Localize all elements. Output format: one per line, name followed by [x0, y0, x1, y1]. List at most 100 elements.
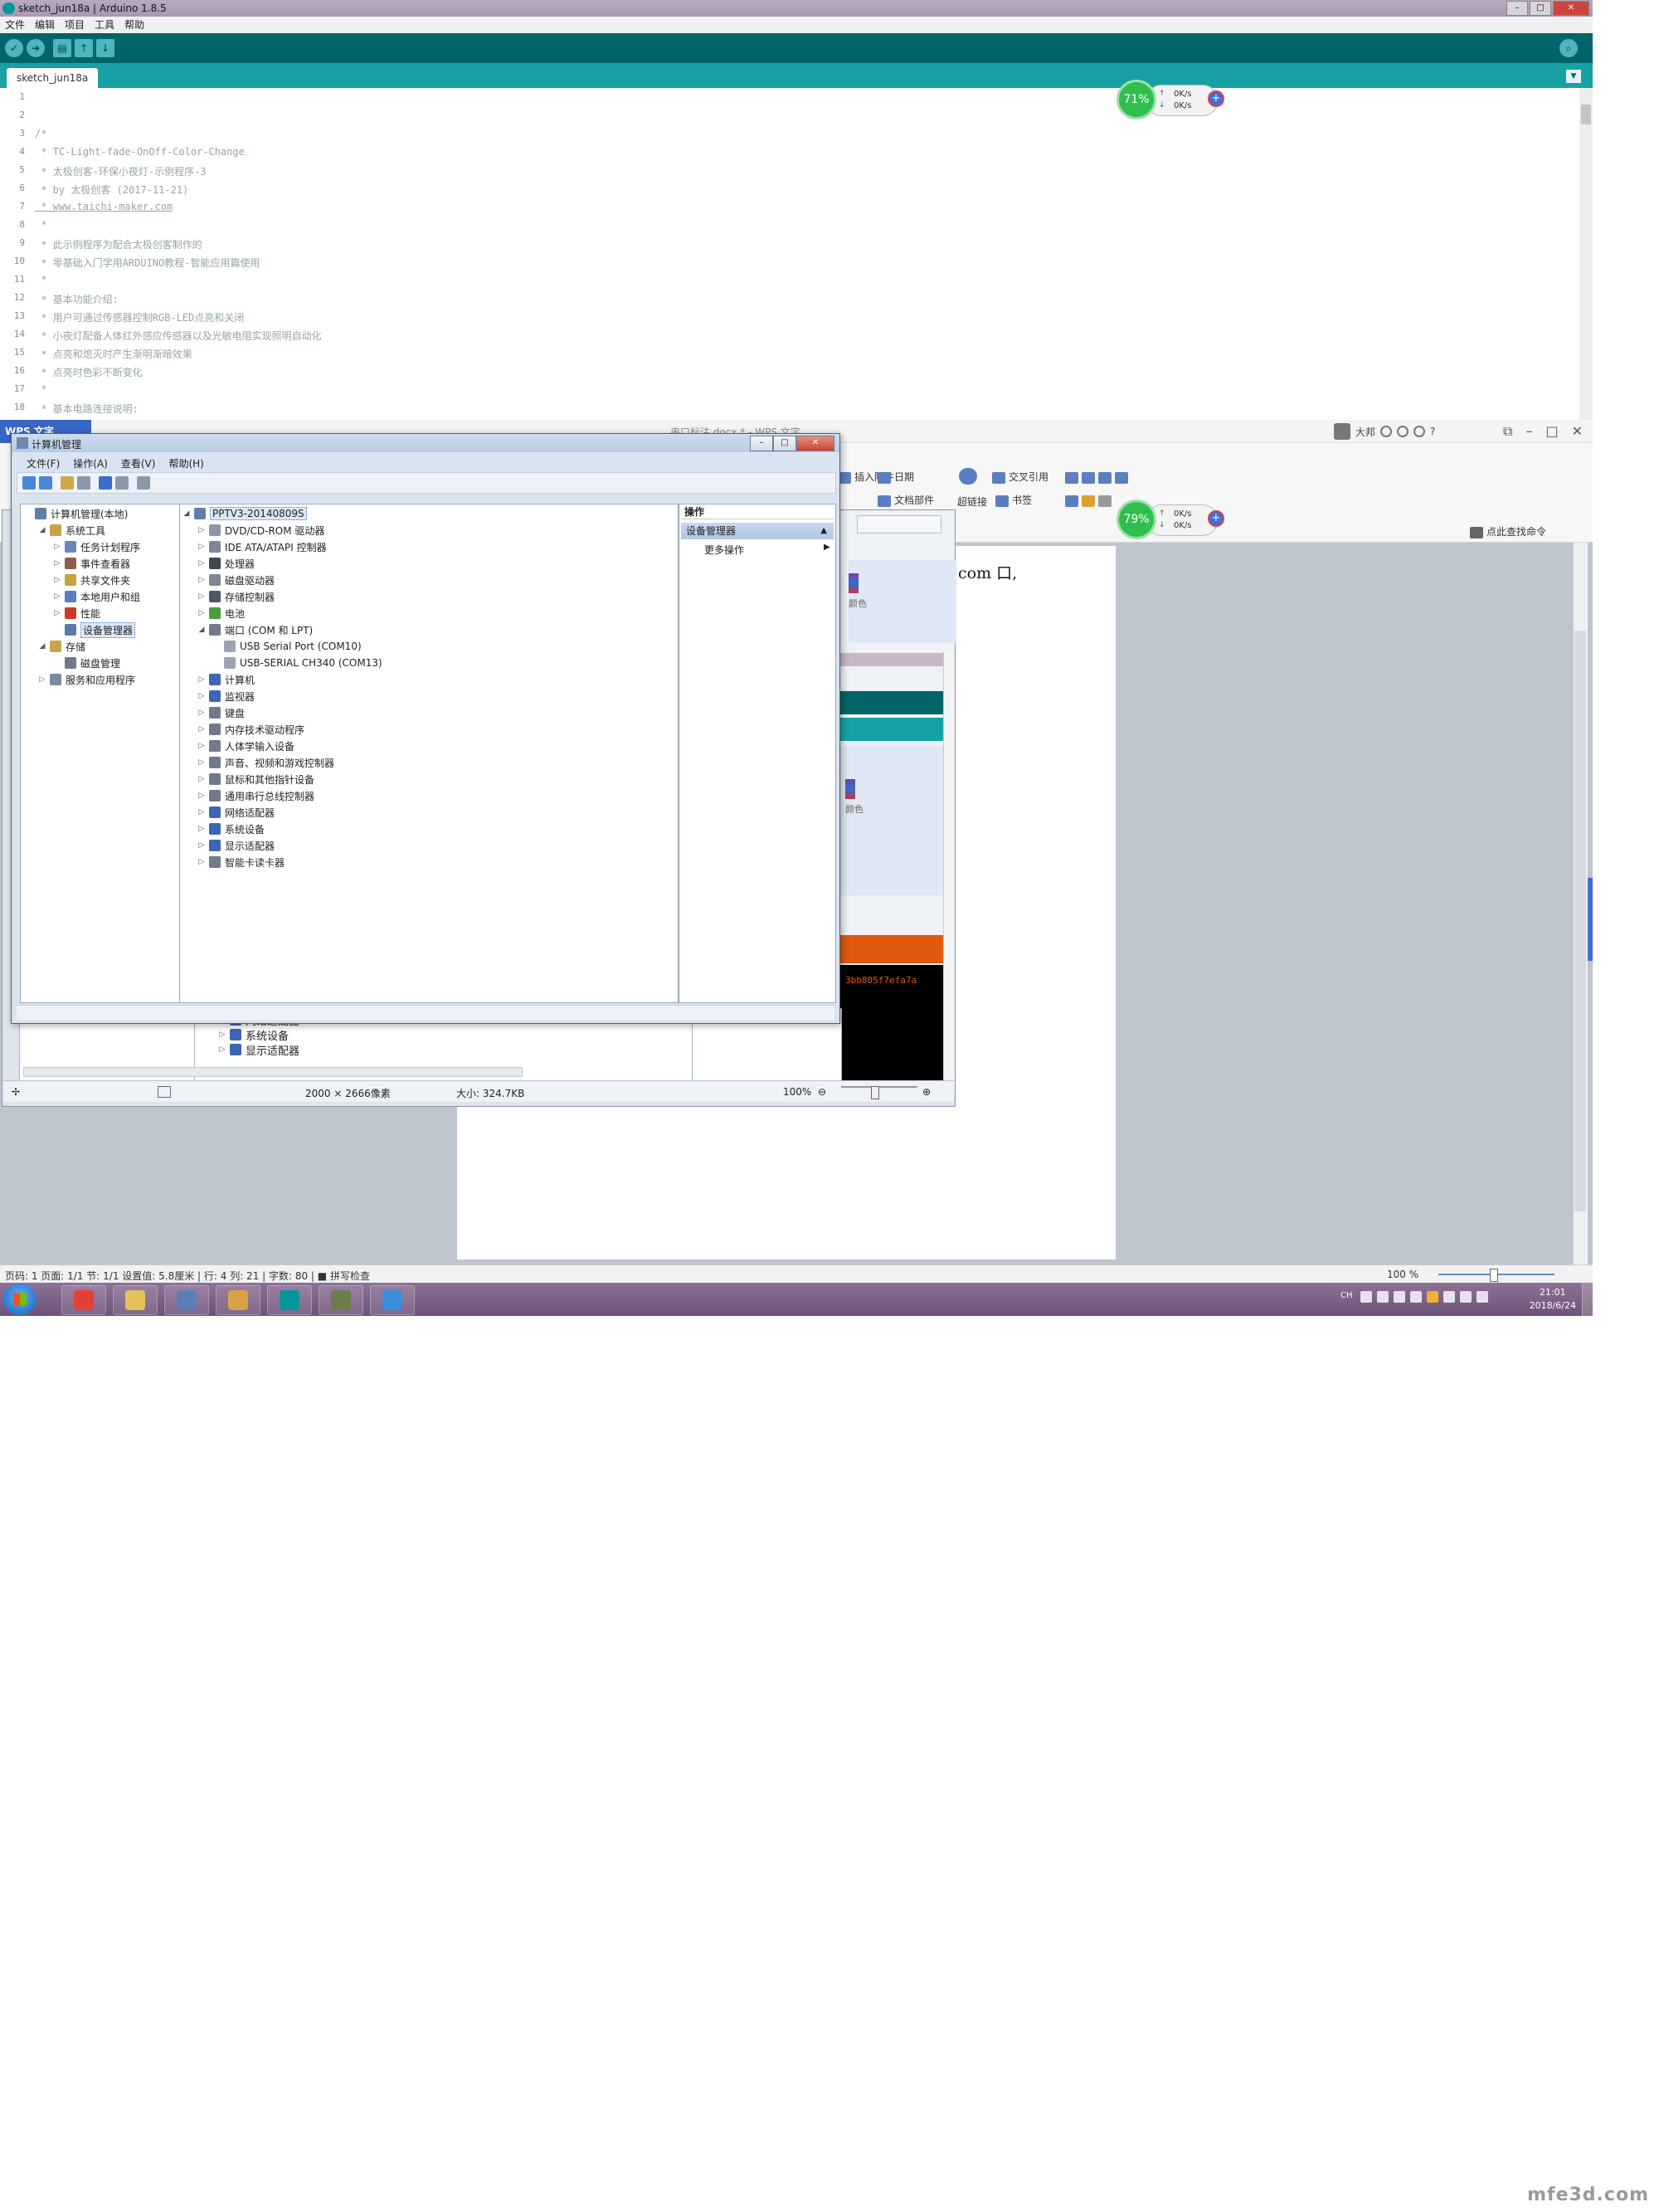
- device-tree-item[interactable]: ▷ 电池: [198, 606, 245, 621]
- expand-arrow-icon[interactable]: ▷: [198, 526, 205, 534]
- code-editor[interactable]: 1 2 3 4 5 6 7 8 9 10 11 12 13 14 15 16 17 18 /* * TC-Ligh…: [0, 88, 1593, 420]
- sync-icon[interactable]: [1397, 426, 1409, 437]
- expand-arrow-icon[interactable]: ▷: [198, 709, 205, 717]
- nav-tree-item[interactable]: ◢ 存储: [39, 639, 85, 654]
- nav-tree-item[interactable]: ▷ 服务和应用程序: [39, 672, 135, 687]
- nav-tree-item[interactable]: ▷ 事件查看器: [54, 556, 130, 571]
- close-icon[interactable]: ✕: [1572, 423, 1583, 440]
- device-tree-item[interactable]: ▷ 声音、视频和游戏控制器: [198, 755, 334, 770]
- expand-arrow-icon[interactable]: ▷: [198, 758, 205, 767]
- tab-sketch[interactable]: sketch_jun18a: [7, 68, 99, 88]
- help-icon[interactable]: ?: [1430, 426, 1435, 437]
- ime-icon[interactable]: [1394, 1291, 1405, 1303]
- menu-sketch[interactable]: 项目: [65, 17, 85, 33]
- expand-arrow-icon[interactable]: ▷: [54, 609, 61, 617]
- verify-icon[interactable]: ✓: [5, 39, 23, 57]
- expand-arrow-icon[interactable]: ▷: [198, 858, 205, 866]
- menu-file[interactable]: 文件(F): [27, 456, 60, 470]
- help-icon[interactable]: [99, 476, 112, 490]
- device-tree-item[interactable]: ▷ 处理器: [198, 556, 255, 571]
- avatar[interactable]: [1334, 423, 1350, 440]
- ribbon-cross-reference[interactable]: 交叉引用: [992, 470, 1048, 484]
- expand-arrow-icon[interactable]: ▷: [198, 808, 205, 816]
- viewer-nested-scrollbar[interactable]: [943, 651, 954, 1083]
- taskbar-app-button[interactable]: [319, 1285, 363, 1315]
- minimize-icon[interactable]: –: [1525, 423, 1532, 440]
- wps-username[interactable]: 大邦: [1355, 425, 1375, 439]
- start-button[interactable]: [3, 1284, 36, 1315]
- ribbon-hyperlink[interactable]: 超链接: [957, 495, 987, 509]
- save-sketch-icon[interactable]: ↓: [96, 39, 114, 57]
- expand-arrow-icon[interactable]: ▷: [198, 592, 205, 601]
- more-actions[interactable]: 更多操作 ▶: [704, 543, 830, 557]
- new-sketch-icon[interactable]: ▤: [53, 39, 71, 57]
- actions-section-device-manager[interactable]: 设备管理器 ▲: [681, 523, 834, 539]
- network-icon[interactable]: [1460, 1291, 1472, 1303]
- ribbon-date[interactable]: 日期: [878, 470, 914, 484]
- expand-arrow-icon[interactable]: ◢: [39, 526, 46, 534]
- viewer-zoom-slider[interactable]: [841, 1086, 917, 1088]
- nav-tree-item[interactable]: ▷ 任务计划程序: [54, 539, 140, 554]
- device-tree-item[interactable]: ▷ 监视器: [198, 689, 255, 704]
- keyboard-icon[interactable]: [1360, 1291, 1372, 1303]
- restore-ribbon-icon[interactable]: ⧉: [1503, 423, 1512, 440]
- taskbar-app-button[interactable]: [113, 1285, 158, 1315]
- expand-arrow-icon[interactable]: ▷: [198, 775, 205, 783]
- properties-icon[interactable]: [115, 476, 129, 490]
- expand-arrow-icon[interactable]: ▷: [198, 825, 205, 833]
- device-tree-item[interactable]: ▷ IDE ATA/ATAPI 控制器: [198, 539, 327, 554]
- device-tree-item[interactable]: ▷ 通用串行总线控制器: [198, 788, 314, 803]
- taskbar-app-button[interactable]: [61, 1285, 106, 1315]
- expand-arrow-icon[interactable]: ◢: [39, 642, 46, 650]
- show-tree-icon[interactable]: [77, 476, 90, 490]
- wps-scroll-thumb[interactable]: [1574, 631, 1586, 1211]
- expand-arrow-icon[interactable]: ▷: [198, 543, 205, 551]
- ribbon-bookmark[interactable]: 书签: [995, 493, 1032, 507]
- menu-action[interactable]: 操作(A): [73, 456, 108, 470]
- show-desktop-button[interactable]: [1582, 1283, 1593, 1316]
- device-tree-item[interactable]: ▷ 鼠标和其他指针设备: [198, 772, 314, 787]
- network-speed-widget[interactable]: ↑ 0K/s ↓ 0K/s 71% +: [1117, 80, 1224, 119]
- ribbon-small-buttons[interactable]: [1065, 471, 1131, 484]
- expand-arrow-icon[interactable]: ▷: [54, 543, 61, 551]
- help-tray-icon[interactable]: [1377, 1291, 1389, 1303]
- qq-icon[interactable]: [1427, 1291, 1438, 1303]
- zoom-in-icon[interactable]: ⊕: [922, 1086, 931, 1098]
- ribbon-command-search[interactable]: 点此查找命令: [1470, 524, 1546, 538]
- back-arrow-icon[interactable]: [22, 476, 36, 490]
- editor-scrollbar[interactable]: [1579, 88, 1593, 420]
- up-folder-icon[interactable]: [61, 476, 74, 490]
- expand-arrow-icon[interactable]: ▷: [198, 742, 205, 750]
- skin-icon[interactable]: [1380, 426, 1393, 437]
- device-tree-item[interactable]: ▷ 内存技术驱动程序: [198, 722, 304, 737]
- maximize-icon[interactable]: □: [1530, 1, 1551, 16]
- device-tree-item[interactable]: ▷ 磁盘驱动器: [198, 572, 275, 587]
- nav-tree-item[interactable]: 计算机管理(本地): [24, 506, 128, 521]
- hyperlink-globe-icon[interactable]: [959, 468, 984, 485]
- device-root-node[interactable]: ◢ PPTV3-20140809S: [183, 506, 307, 521]
- maximize-icon[interactable]: □: [773, 436, 796, 451]
- minimize-icon[interactable]: –: [1506, 1, 1528, 16]
- nav-tree-item[interactable]: ◢ 系统工具: [39, 523, 105, 538]
- scan-hardware-icon[interactable]: [137, 476, 150, 490]
- device-tree-item[interactable]: ▷ DVD/CD-ROM 驱动器: [198, 523, 324, 538]
- accelerate-plus-icon-2[interactable]: +: [1208, 510, 1224, 527]
- clock[interactable]: 21:01 2018/6/24: [1530, 1286, 1576, 1313]
- minimize-icon[interactable]: –: [750, 436, 773, 451]
- taskbar-app-button[interactable]: [267, 1285, 312, 1315]
- nav-tree-item[interactable]: ▷ 本地用户和组: [54, 589, 140, 604]
- viewer-zoom-knob[interactable]: [871, 1086, 879, 1099]
- expand-arrow-icon[interactable]: ▷: [54, 576, 61, 584]
- expand-arrow-icon[interactable]: ▷: [198, 576, 205, 584]
- expand-arrow-icon[interactable]: ◢: [198, 626, 205, 634]
- nav-tree-item[interactable]: 设备管理器: [54, 621, 136, 638]
- menu-tools[interactable]: 工具: [95, 17, 114, 33]
- ribbon-small-buttons-2[interactable]: [1065, 495, 1115, 507]
- nav-tree-item[interactable]: ▷ 共享文件夹: [54, 572, 130, 587]
- editor-scroll-thumb[interactable]: [1581, 105, 1591, 124]
- menu-edit[interactable]: 编辑: [35, 17, 55, 33]
- device-tree-item[interactable]: ▷ 系统设备: [198, 821, 265, 836]
- expand-arrow-icon[interactable]: ▷: [198, 841, 205, 850]
- expand-arrow-icon[interactable]: ▷: [198, 609, 205, 617]
- device-tree-item[interactable]: ▷ 显示适配器: [198, 838, 275, 853]
